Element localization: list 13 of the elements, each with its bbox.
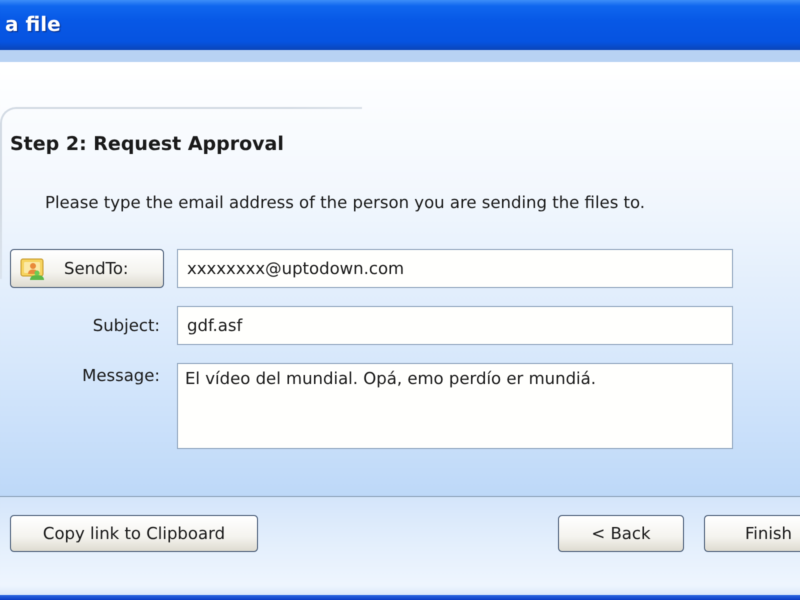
instruction-text: Please type the email address of the person you are sending the files to. bbox=[45, 193, 646, 212]
back-button[interactable]: < Back bbox=[558, 515, 684, 552]
input-field[interactable]: gdf.asf bbox=[177, 306, 733, 345]
field-label: Subject: bbox=[92, 316, 161, 335]
step-heading: Step 2: Request Approval bbox=[10, 133, 284, 155]
contact-card-icon bbox=[20, 256, 46, 280]
copy-link-button[interactable]: Copy link to Clipboard bbox=[10, 515, 258, 552]
message-field[interactable]: El vídeo del mundial. Opá, emo perdío er mundiá. bbox=[177, 363, 733, 449]
send-to-button[interactable]: SendTo: bbox=[10, 249, 164, 288]
input-field[interactable]: xxxxxxxx@uptodown.com bbox=[177, 249, 733, 288]
finish-button[interactable]: Finish bbox=[704, 515, 800, 552]
field-label: Message: bbox=[82, 366, 161, 385]
window-title: a file bbox=[5, 12, 61, 38]
